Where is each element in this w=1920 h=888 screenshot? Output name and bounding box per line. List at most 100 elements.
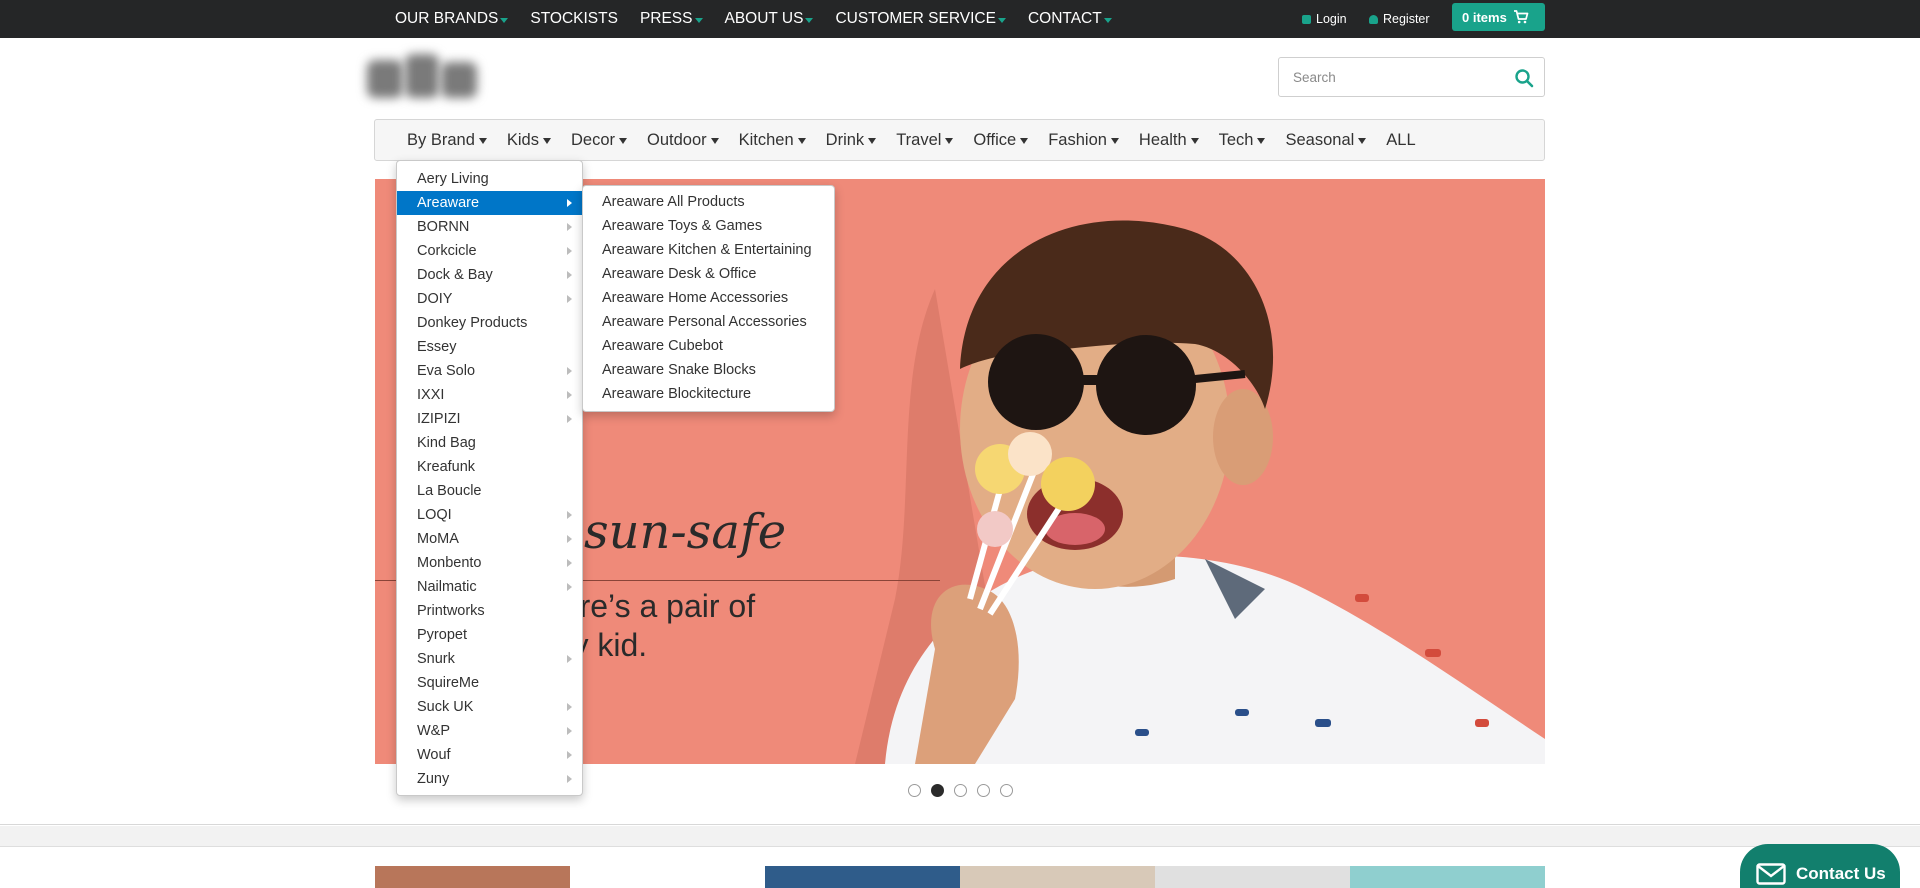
product-tile[interactable] [1155, 866, 1350, 888]
category-label: Tech [1218, 130, 1254, 149]
category-decor[interactable]: Decor [571, 131, 627, 150]
menu-item-label: DOIY [417, 291, 453, 307]
top-nav: OUR BRANDS STOCKISTS PRESS ABOUT US CUSTOMER… [395, 0, 1134, 38]
brand-menu-item-nailmatic[interactable]: Nailmatic [397, 575, 582, 599]
brand-menu-item-corkcicle[interactable]: Corkcicle [397, 239, 582, 263]
brand-menu-item-squireme[interactable]: SquireMe [397, 671, 582, 695]
areaware-menu-item-areaware-cubebot[interactable]: Areaware Cubebot [583, 334, 834, 358]
category-health[interactable]: Health [1139, 131, 1199, 150]
brand-menu-item-areaware[interactable]: Areaware [397, 191, 582, 215]
category-fashion[interactable]: Fashion [1048, 131, 1119, 150]
cart-button[interactable]: 0 items [1452, 3, 1545, 31]
top-nav-label: CUSTOMER SERVICE [835, 10, 996, 27]
search-icon[interactable] [1514, 68, 1534, 88]
submenu-arrow-icon [567, 247, 572, 255]
user-icon [1369, 14, 1378, 24]
brand-menu-item-kreafunk[interactable]: Kreafunk [397, 455, 582, 479]
areaware-menu-item-areaware-home-accessories[interactable]: Areaware Home Accessories [583, 286, 834, 310]
brand-menu-item-pyropet[interactable]: Pyropet [397, 623, 582, 647]
product-tile[interactable] [570, 866, 765, 888]
carousel-dot[interactable] [954, 784, 967, 797]
category-travel[interactable]: Travel [896, 131, 954, 150]
brand-menu-item-wandp[interactable]: W&P [397, 719, 582, 743]
carousel-dot[interactable] [977, 784, 990, 797]
carousel-dot[interactable] [931, 784, 944, 797]
brand-menu-item-aery-living[interactable]: Aery Living [397, 167, 582, 191]
brand-menu-item-essey[interactable]: Essey [397, 335, 582, 359]
submenu-arrow-icon [567, 559, 572, 567]
top-nav-press[interactable]: PRESS [640, 10, 703, 28]
areaware-menu-item-areaware-kitchen-and-entertaining[interactable]: Areaware Kitchen & Entertaining [583, 238, 834, 262]
menu-item-label: Kreafunk [417, 459, 476, 475]
carousel-dot[interactable] [908, 784, 921, 797]
category-seasonal[interactable]: Seasonal [1285, 131, 1367, 150]
search-box [1278, 57, 1545, 97]
top-nav-stockists[interactable]: STOCKISTS [530, 10, 618, 28]
search-input[interactable] [1279, 58, 1504, 96]
brand-menu-item-monbento[interactable]: Monbento [397, 551, 582, 575]
product-tile[interactable] [1350, 866, 1545, 888]
menu-item-label: Aery Living [417, 171, 489, 187]
category-drink[interactable]: Drink [826, 131, 877, 150]
brand-menu-item-donkey-products[interactable]: Donkey Products [397, 311, 582, 335]
brand-menu-item-zuny[interactable]: Zuny [397, 767, 582, 791]
areaware-menu-item-areaware-desk-and-office[interactable]: Areaware Desk & Office [583, 262, 834, 286]
areaware-menu-item-areaware-blockitecture[interactable]: Areaware Blockitecture [583, 382, 834, 406]
areaware-menu-item-areaware-personal-accessories[interactable]: Areaware Personal Accessories [583, 310, 834, 334]
category-tech[interactable]: Tech [1219, 131, 1266, 150]
areaware-menu-item-areaware-toys-and-games[interactable]: Areaware Toys & Games [583, 214, 834, 238]
brand-menu-item-bornn[interactable]: BORNN [397, 215, 582, 239]
brand-menu-item-izipizi[interactable]: IZIPIZI [397, 407, 582, 431]
category-label: Decor [570, 130, 615, 149]
areaware-menu-item-areaware-all-products[interactable]: Areaware All Products [583, 190, 834, 214]
category-by-brand[interactable]: By Brand [407, 131, 487, 150]
category-all[interactable]: ALL [1386, 131, 1415, 150]
section-divider [0, 824, 1920, 825]
brand-menu-item-snurk[interactable]: Snurk [397, 647, 582, 671]
top-nav-about-us[interactable]: ABOUT US [725, 10, 814, 28]
submenu-arrow-icon [567, 511, 572, 519]
menu-item-label: Zuny [417, 771, 450, 787]
category-label: Kids [506, 130, 539, 149]
submenu-arrow-icon [567, 295, 572, 303]
brand-menu-item-wouf[interactable]: Wouf [397, 743, 582, 767]
cart-label: 0 items [1462, 9, 1507, 25]
category-kitchen[interactable]: Kitchen [739, 131, 806, 150]
submenu-arrow-icon [567, 391, 572, 399]
brand-menu-item-doiy[interactable]: DOIY [397, 287, 582, 311]
menu-item-label: Suck UK [417, 699, 474, 715]
caret-down-icon [1257, 138, 1266, 144]
carousel-dot[interactable] [1000, 784, 1013, 797]
product-tile[interactable] [375, 866, 570, 888]
brand-menu-item-la-boucle[interactable]: La Boucle [397, 479, 582, 503]
site-logo[interactable] [367, 50, 479, 108]
top-nav-label: PRESS [639, 10, 693, 27]
brand-menu-item-ixxi[interactable]: IXXI [397, 383, 582, 407]
brand-menu-item-printworks[interactable]: Printworks [397, 599, 582, 623]
brand-menu-item-suck-uk[interactable]: Suck UK [397, 695, 582, 719]
register-link[interactable]: Register [1369, 0, 1430, 38]
login-link[interactable]: Login [1302, 0, 1347, 38]
caret-down-icon [1358, 138, 1367, 144]
category-kids[interactable]: Kids [507, 131, 551, 150]
brand-menu-item-moma[interactable]: MoMA [397, 527, 582, 551]
contact-us-button[interactable]: Contact Us [1740, 844, 1900, 888]
brand-menu-item-kind-bag[interactable]: Kind Bag [397, 431, 582, 455]
brand-menu-item-loqi[interactable]: LOQI [397, 503, 582, 527]
menu-item-label: Snurk [417, 651, 455, 667]
caret-down-icon [478, 138, 487, 144]
top-nav-customer-service[interactable]: CUSTOMER SERVICE [835, 10, 1006, 28]
menu-item-label: Monbento [417, 555, 482, 571]
category-office[interactable]: Office [973, 131, 1029, 150]
product-tile[interactable] [960, 866, 1155, 888]
menu-item-label: Dock & Bay [417, 267, 493, 283]
caret-down-icon [1020, 138, 1029, 144]
caret-down-icon [1110, 138, 1119, 144]
category-outdoor[interactable]: Outdoor [647, 131, 719, 150]
top-nav-our-brands[interactable]: OUR BRANDS [395, 10, 509, 28]
top-nav-contact[interactable]: CONTACT [1028, 10, 1112, 28]
areaware-menu-item-areaware-snake-blocks[interactable]: Areaware Snake Blocks [583, 358, 834, 382]
brand-menu-item-dock-and-bay[interactable]: Dock & Bay [397, 263, 582, 287]
brand-menu-item-eva-solo[interactable]: Eva Solo [397, 359, 582, 383]
product-tile[interactable] [765, 866, 960, 888]
